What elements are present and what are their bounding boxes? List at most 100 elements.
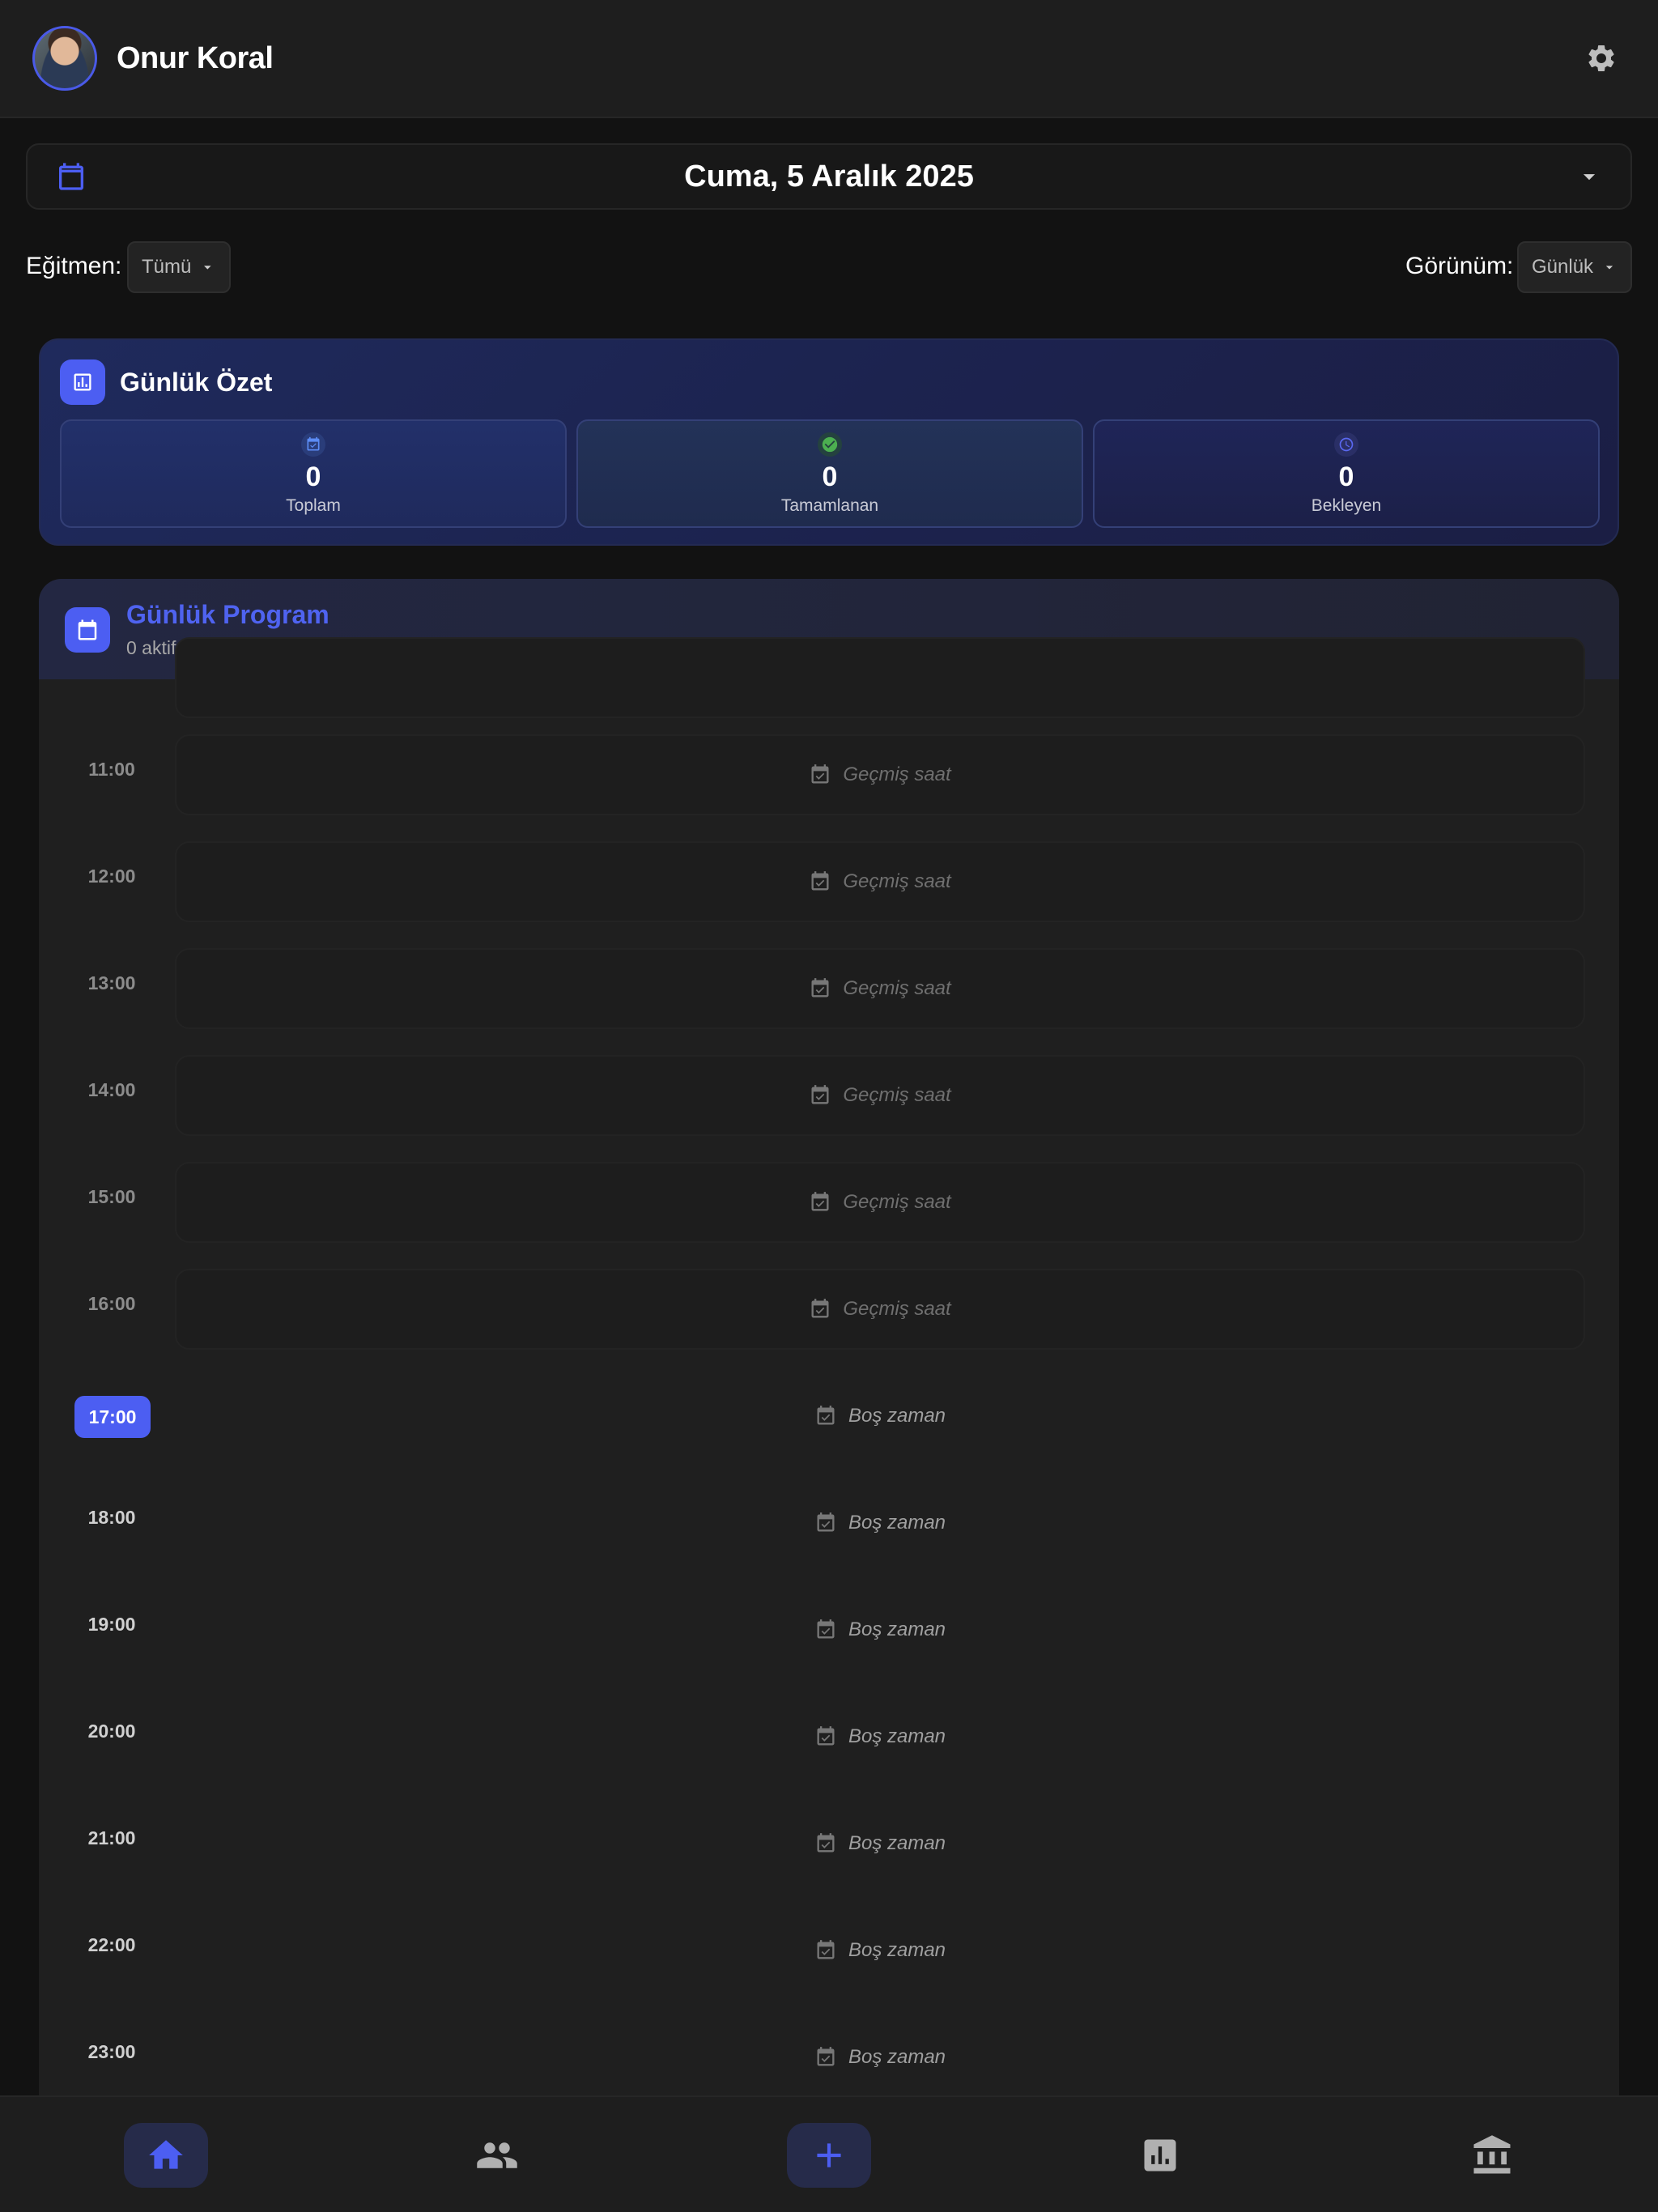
stat-completed: 0 Tamamlanan — [576, 419, 1083, 528]
time-slot[interactable]: 22:00 Boş zaman — [39, 1910, 1619, 1991]
nav-finance[interactable] — [1450, 2123, 1534, 2188]
slot-time: 21:00 — [87, 1827, 136, 1848]
nav-reports[interactable] — [1118, 2123, 1202, 2188]
avatar[interactable] — [32, 26, 97, 91]
stat-completed-value: 0 — [822, 462, 838, 492]
calendar-check-icon — [814, 1512, 837, 1534]
slot-status-text: Boş zaman — [848, 1405, 946, 1427]
stat-pending: 0 Bekleyen — [1093, 419, 1600, 528]
summary-icon-tile — [60, 359, 105, 405]
slot-content: Geçmiş saat — [175, 870, 1585, 893]
user-name: Onur Koral — [117, 40, 274, 75]
chart-icon — [74, 373, 91, 391]
gear-icon — [1588, 45, 1614, 71]
check-circle-icon — [818, 432, 842, 457]
time-slot-partial — [39, 637, 1619, 718]
program-title: Günlük Program — [126, 600, 329, 629]
calendar-check-icon — [809, 1298, 831, 1321]
slot-box — [175, 637, 1585, 718]
time-slot[interactable]: 16:00 Geçmiş saat — [39, 1269, 1619, 1350]
slot-content: Boş zaman — [175, 1939, 1585, 1962]
nav-people[interactable] — [455, 2123, 539, 2188]
slot-time: 16:00 — [87, 1293, 136, 1314]
slot-status-text: Boş zaman — [848, 2046, 946, 2068]
selected-date: Cuma, 5 Aralık 2025 — [684, 159, 974, 194]
calendar-check-icon — [809, 977, 831, 1000]
slot-status-text: Geçmiş saat — [843, 977, 951, 999]
slot-status-text: Boş zaman — [848, 1512, 946, 1534]
app-bar: Onur Koral — [0, 0, 1658, 118]
time-slot[interactable]: 11:00 Geçmiş saat — [39, 734, 1619, 815]
calendar-check-icon — [809, 764, 831, 786]
time-slot[interactable]: 14:00 Geçmiş saat — [39, 1055, 1619, 1136]
slot-time: 17:00 — [74, 1396, 151, 1438]
plus-icon — [817, 2143, 841, 2167]
nav-add[interactable] — [787, 2123, 871, 2188]
slot-status-text: Geçmiş saat — [843, 1084, 951, 1106]
chevron-down-icon — [1605, 266, 1613, 270]
calendar-check-icon — [809, 1084, 831, 1107]
calendar-check-icon — [814, 1619, 837, 1641]
view-value: Günlük — [1532, 256, 1594, 278]
time-slot[interactable]: 23:00 Boş zaman — [39, 2017, 1619, 2098]
calendar-check-icon — [814, 1939, 837, 1962]
bank-icon — [1473, 2135, 1511, 2174]
stat-pending-value: 0 — [1338, 462, 1354, 492]
slot-time: 23:00 — [87, 2041, 136, 2062]
settings-button[interactable] — [1577, 34, 1626, 83]
slot-content: Geçmiş saat — [175, 1084, 1585, 1107]
slot-content: Boş zaman — [175, 1512, 1585, 1534]
slot-time: 22:00 — [87, 1934, 136, 1955]
time-slot[interactable]: 15:00 Geçmiş saat — [39, 1162, 1619, 1243]
slot-time: 13:00 — [87, 972, 136, 993]
slot-status-text: Boş zaman — [848, 1725, 946, 1747]
chevron-down-icon — [204, 266, 211, 270]
calendar-check-icon — [814, 1832, 837, 1855]
trainer-dropdown[interactable]: Tümü — [127, 241, 231, 293]
slot-content: Geçmiş saat — [175, 1191, 1585, 1214]
calendar-check-icon — [809, 1191, 831, 1214]
trainer-label: Eğitmen: — [26, 253, 122, 279]
time-slot[interactable]: 20:00 Boş zaman — [39, 1696, 1619, 1777]
slot-content: Boş zaman — [175, 1832, 1585, 1855]
time-slot[interactable]: 12:00 Geçmiş saat — [39, 841, 1619, 922]
slot-time: 12:00 — [87, 866, 136, 887]
calendar-check-icon — [814, 1725, 837, 1748]
slot-time: 19:00 — [87, 1614, 136, 1635]
home-icon — [149, 2140, 183, 2169]
nav-home[interactable] — [124, 2123, 208, 2188]
summary-title: Günlük Özet — [120, 367, 273, 397]
time-slot[interactable]: 13:00 Geçmiş saat — [39, 948, 1619, 1029]
time-slot[interactable]: 17:00 Boş zaman — [39, 1376, 1619, 1457]
date-selector[interactable]: Cuma, 5 Aralık 2025 — [26, 143, 1632, 210]
slot-status-text: Geçmiş saat — [843, 1191, 951, 1213]
stat-total-label: Toplam — [286, 496, 341, 515]
people-icon — [477, 2142, 517, 2168]
slot-status-text: Geçmiş saat — [843, 1298, 951, 1320]
calendar-icon — [59, 163, 83, 190]
clock-icon — [1334, 432, 1358, 457]
slot-status-text: Boş zaman — [848, 1832, 946, 1854]
slot-time: 18:00 — [87, 1507, 136, 1528]
stat-pending-label: Bekleyen — [1311, 496, 1382, 515]
slot-content: Geçmiş saat — [175, 1298, 1585, 1321]
trainer-value: Tümü — [142, 256, 192, 278]
view-dropdown[interactable]: Günlük — [1517, 241, 1632, 293]
stat-completed-label: Tamamlanan — [780, 496, 879, 515]
view-label: Görünüm: — [1405, 253, 1514, 279]
slot-status-text: Boş zaman — [848, 1619, 946, 1640]
slot-content: Geçmiş saat — [175, 764, 1585, 786]
daily-program-card: Günlük Program 0 aktif seans 11:00Geçmiş… — [39, 579, 1619, 2212]
slot-content: Boş zaman — [175, 1725, 1585, 1748]
time-slot[interactable]: 21:00 Boş zaman — [39, 1803, 1619, 1884]
chevron-down-icon — [1583, 174, 1596, 181]
bottom-navigation — [0, 2095, 1658, 2212]
time-slot[interactable]: 19:00 Boş zaman — [39, 1589, 1619, 1670]
bar-chart-icon — [1144, 2139, 1176, 2172]
slot-time: 15:00 — [87, 1186, 136, 1207]
stat-total: 0 Toplam — [60, 419, 567, 528]
slot-time: 11:00 — [88, 759, 135, 780]
time-slot[interactable]: 18:00 Boş zaman — [39, 1482, 1619, 1563]
slot-time: 20:00 — [87, 1721, 136, 1742]
slot-content: Boş zaman — [175, 1619, 1585, 1641]
